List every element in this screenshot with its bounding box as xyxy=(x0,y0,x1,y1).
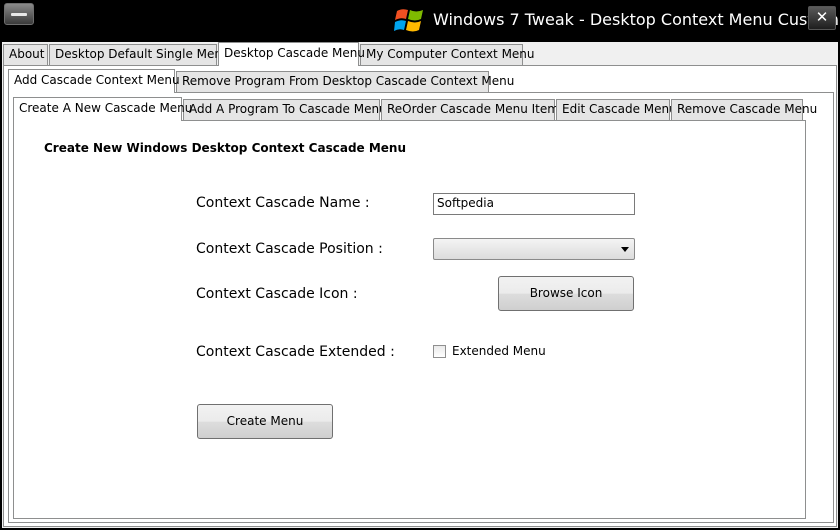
main-tab-strip: About Desktop Default Single Menu Deskto… xyxy=(3,42,837,66)
cascade-icon-label: Context Cascade Icon : xyxy=(196,286,358,302)
cascade-name-label: Context Cascade Name : xyxy=(196,195,370,211)
cascade-position-label: Context Cascade Position : xyxy=(196,241,383,257)
windows-logo-icon xyxy=(394,9,423,32)
main-window: About Desktop Default Single Menu Deskto… xyxy=(2,42,838,528)
form-heading: Create New Windows Desktop Context Casca… xyxy=(44,141,407,155)
tab-desktop-default-single-menu[interactable]: Desktop Default Single Menu xyxy=(49,44,230,65)
cascade-name-input[interactable]: Softpedia xyxy=(433,193,635,215)
chevron-down-icon xyxy=(621,247,629,252)
tab-desktop-cascade-menu[interactable]: Desktop Cascade Menu xyxy=(218,42,365,66)
desktop-cascade-panel: Add Cascade Context Menu Remove Program … xyxy=(3,65,837,527)
create-cascade-panel xyxy=(13,120,806,519)
close-button[interactable]: ✕ xyxy=(808,6,836,30)
tab-add-cascade-context-menu[interactable]: Add Cascade Context Menu xyxy=(8,69,180,93)
create-menu-button[interactable]: Create Menu xyxy=(197,404,333,439)
tab-create-new-cascade-menu[interactable]: Create A New Cascade Menu xyxy=(13,97,192,121)
add-cascade-panel: Create A New Cascade Menu Add A Program … xyxy=(8,92,834,523)
sub-tab-strip: Add Cascade Context Menu Remove Program … xyxy=(8,69,834,93)
extended-menu-checkbox[interactable] xyxy=(433,345,446,358)
extended-menu-checkbox-label[interactable]: Extended Menu xyxy=(452,344,546,358)
cascade-position-dropdown[interactable] xyxy=(433,238,635,260)
tab-edit-cascade-menu[interactable]: Edit Cascade Menu xyxy=(556,99,677,120)
inner-tab-strip: Create A New Cascade Menu Add A Program … xyxy=(13,97,829,121)
tab-remove-cascade-menu[interactable]: Remove Cascade Menu xyxy=(671,99,817,120)
tab-my-computer-context-menu[interactable]: My Computer Context Menu xyxy=(360,44,535,65)
tab-add-program-to-cascade-menu[interactable]: Add A Program To Cascade Menu xyxy=(183,99,387,120)
close-icon: ✕ xyxy=(815,8,829,26)
system-menu-icon[interactable] xyxy=(4,3,34,25)
tab-reorder-cascade-menu-items[interactable]: ReOrder Cascade Menu Items xyxy=(381,99,565,120)
browse-icon-button[interactable]: Browse Icon xyxy=(498,276,634,311)
cascade-extended-label: Context Cascade Extended : xyxy=(196,344,395,360)
tab-remove-program-from-cascade[interactable]: Remove Program From Desktop Cascade Cont… xyxy=(176,71,514,92)
title-bar: Windows 7 Tweak - Desktop Context Menu C… xyxy=(0,0,840,42)
tab-about[interactable]: About xyxy=(3,44,48,65)
window-title: Windows 7 Tweak - Desktop Context Menu C… xyxy=(433,10,840,29)
